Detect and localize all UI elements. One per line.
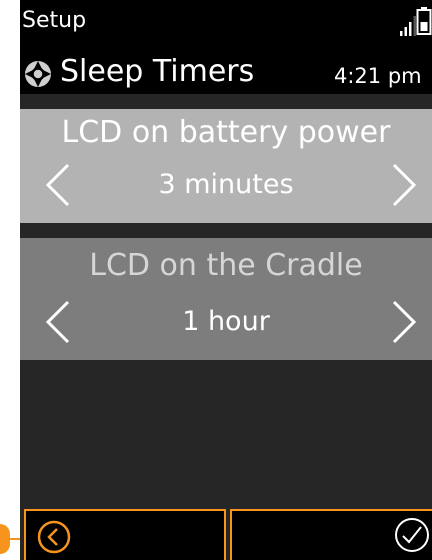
setting-lcd-battery[interactable]: LCD on battery power 3 minutes <box>20 109 432 223</box>
setting-lcd-cradle[interactable]: LCD on the Cradle 1 hour <box>20 238 432 360</box>
setting-value: 1 hour <box>182 306 270 337</box>
setting-label: LCD on the Cradle <box>89 248 363 283</box>
device-screen: Setup Sleep Timers 4:21 pm LCD on batter… <box>20 0 432 560</box>
chevron-right-icon[interactable] <box>388 161 420 209</box>
chevron-right-icon[interactable] <box>388 298 420 346</box>
status-title: Setup <box>22 8 87 33</box>
back-icon <box>37 520 71 554</box>
status-bar: Setup <box>20 0 432 50</box>
gear-icon <box>25 61 51 87</box>
header-bar: Sleep Timers 4:21 pm <box>20 50 432 94</box>
signal-icon <box>400 16 416 36</box>
setting-label: LCD on battery power <box>61 115 391 150</box>
battery-icon <box>416 7 432 35</box>
setting-value: 3 minutes <box>158 169 294 200</box>
back-softkey[interactable] <box>24 509 226 560</box>
check-icon <box>395 518 429 552</box>
confirm-softkey[interactable] <box>230 509 432 560</box>
clock-time: 4:21 pm <box>334 64 422 88</box>
page-title: Sleep Timers <box>60 54 255 89</box>
